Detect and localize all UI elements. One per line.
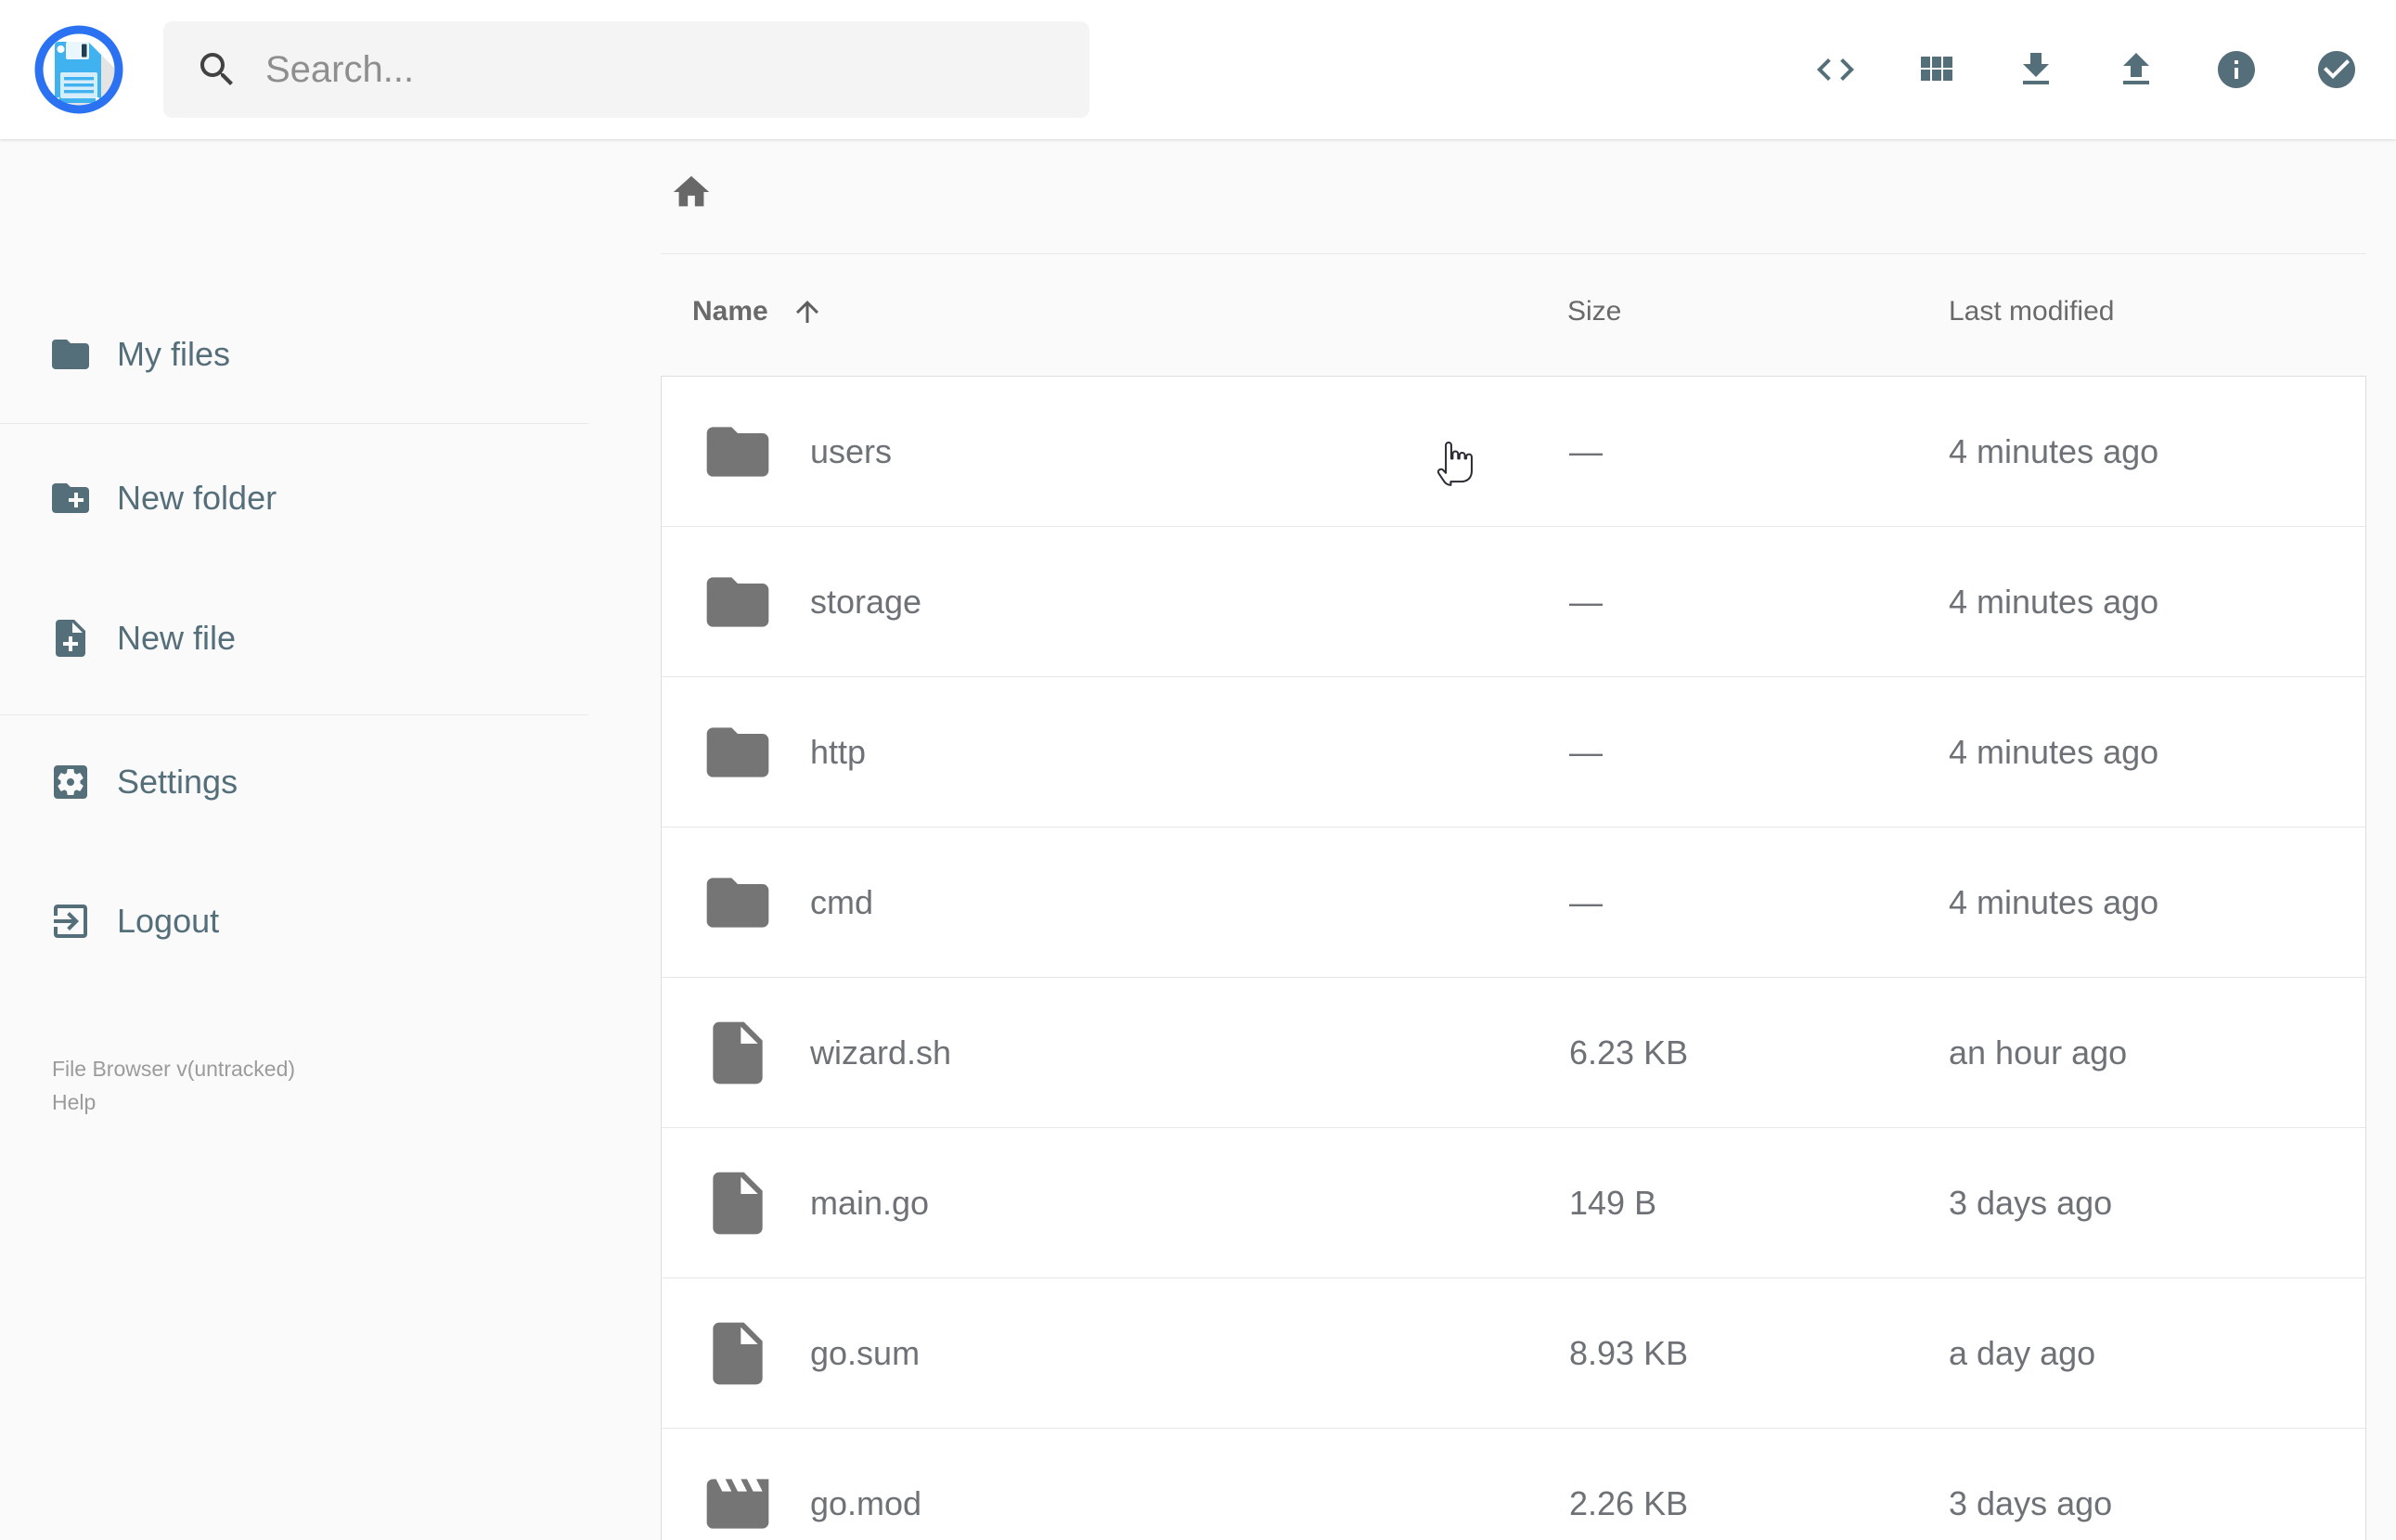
file-name: main.go: [810, 1184, 930, 1222]
file-modified: 4 minutes ago: [1949, 883, 2159, 921]
file-size: 8.93 KB: [1569, 1334, 1689, 1372]
file-row-users[interactable]: users — 4 minutes ago: [662, 377, 2365, 527]
version-text: File Browser v(untracked): [52, 1057, 296, 1081]
file-row-go-mod[interactable]: go.mod 2.26 KB 3 days ago: [662, 1429, 2365, 1540]
sidebar-item-label: Logout: [117, 902, 220, 940]
sidebar-item-label: Settings: [117, 763, 238, 801]
sidebar-item-label: New file: [117, 619, 237, 657]
check-circle-icon: [2318, 51, 2355, 88]
movie-icon: [701, 1467, 775, 1540]
folder-icon: [701, 565, 775, 639]
sidebar-item-new-file[interactable]: New file: [0, 601, 588, 675]
switch-view-button[interactable]: [1913, 47, 1958, 92]
file-row-cmd[interactable]: cmd — 4 minutes ago: [662, 828, 2365, 978]
file-row-go-sum[interactable]: go.sum 8.93 KB a day ago: [662, 1278, 2365, 1429]
home-icon: [673, 175, 710, 207]
folder-icon: [701, 415, 775, 489]
file-row-wizard-sh[interactable]: wizard.sh 6.23 KB an hour ago: [662, 978, 2365, 1128]
code-icon: [1817, 58, 1854, 81]
filebrowser-logo[interactable]: [31, 21, 127, 118]
file-modified: 4 minutes ago: [1949, 432, 2159, 470]
upload-button[interactable]: [2114, 47, 2158, 92]
file-size: —: [1569, 883, 1603, 921]
folder-icon: [701, 866, 775, 940]
file-size: 149 B: [1569, 1184, 1657, 1222]
sidebar-item-logout[interactable]: Logout: [0, 884, 588, 958]
breadcrumb-home-button[interactable]: [670, 171, 713, 213]
file-modified: an hour ago: [1949, 1033, 2128, 1072]
raw-code-button[interactable]: [1813, 47, 1858, 92]
folder-icon: [48, 332, 93, 377]
file-name: go.sum: [810, 1334, 921, 1372]
sidebar-item-settings[interactable]: Settings: [0, 745, 588, 819]
header-actions: [1813, 0, 2359, 139]
info-icon: [2218, 51, 2255, 88]
file-name: wizard.sh: [810, 1033, 952, 1072]
search-input[interactable]: [265, 48, 1026, 91]
file-modified: 4 minutes ago: [1949, 733, 2159, 771]
column-header-last-modified[interactable]: Last modified: [1949, 289, 2114, 335]
file-icon: [701, 1016, 775, 1090]
file-size: 2.26 KB: [1569, 1484, 1689, 1522]
search-icon: [195, 47, 239, 92]
note-add-icon: [48, 616, 93, 661]
file-name: cmd: [810, 883, 874, 921]
create-new-folder-icon: [48, 476, 93, 520]
file-listing: users — 4 minutes ago storage — 4 minute…: [661, 376, 2366, 1540]
column-header-name[interactable]: Name: [692, 289, 824, 335]
listing-column-headers: Name Size Last modified: [0, 289, 2396, 335]
file-size: 6.23 KB: [1569, 1033, 1689, 1072]
sidebar-item-new-folder[interactable]: New folder: [0, 461, 588, 535]
select-multiple-button[interactable]: [2314, 47, 2359, 92]
upload-icon: [2123, 53, 2149, 84]
file-modified: a day ago: [1949, 1334, 2096, 1372]
sidebar: My files New folder New file Settings Lo…: [0, 139, 588, 1540]
file-modified: 3 days ago: [1949, 1184, 2113, 1222]
file-modified: 4 minutes ago: [1949, 583, 2159, 621]
sort-ascending-icon: [795, 301, 818, 323]
sidebar-item-label: My files: [117, 335, 231, 373]
settings-icon: [48, 760, 93, 804]
sidebar-footer: File Browser v(untracked) Help: [52, 1052, 295, 1119]
column-header-size[interactable]: Size: [1567, 289, 1621, 335]
search-bar[interactable]: [163, 21, 1089, 118]
sidebar-divider: [0, 423, 588, 424]
file-modified: 3 days ago: [1949, 1484, 2113, 1522]
sidebar-item-label: New folder: [117, 479, 277, 517]
file-row-http[interactable]: http — 4 minutes ago: [662, 677, 2365, 828]
file-row-main-go[interactable]: main.go 149 B 3 days ago: [662, 1128, 2365, 1278]
app-header: [0, 0, 2396, 139]
sidebar-divider: [0, 714, 588, 715]
download-icon: [2023, 53, 2049, 84]
breadcrumb-divider: [661, 253, 2366, 254]
file-name: storage: [810, 583, 922, 621]
file-row-storage[interactable]: storage — 4 minutes ago: [662, 527, 2365, 677]
file-icon: [701, 1316, 775, 1391]
download-button[interactable]: [2014, 47, 2058, 92]
file-icon: [701, 1166, 775, 1240]
file-size: —: [1569, 432, 1603, 470]
folder-icon: [701, 715, 775, 789]
help-link[interactable]: Help: [52, 1085, 295, 1119]
file-size: —: [1569, 583, 1603, 621]
grid-view-icon: [1921, 57, 1952, 81]
info-button[interactable]: [2214, 47, 2259, 92]
logout-icon: [48, 899, 93, 943]
file-name: users: [810, 432, 893, 470]
file-name: http: [810, 733, 867, 771]
file-size: —: [1569, 733, 1603, 771]
file-name: go.mod: [810, 1484, 922, 1522]
